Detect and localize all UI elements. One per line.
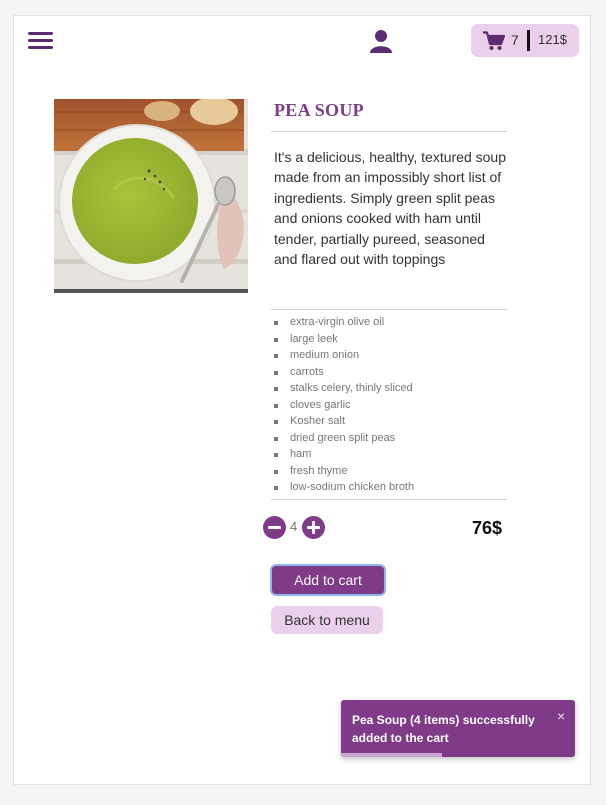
- ingredient-item: medium onion: [272, 347, 414, 364]
- cart-total: 121$: [538, 32, 567, 47]
- product-image: [54, 99, 248, 293]
- ingredient-item: carrots: [272, 364, 414, 381]
- hamburger-menu-icon[interactable]: [28, 30, 54, 52]
- ingredient-item: large leek: [272, 331, 414, 348]
- toast-progress-bar: [341, 753, 442, 757]
- ingredient-list: extra-virgin olive oil large leek medium o…: [272, 314, 414, 496]
- close-icon[interactable]: ×: [557, 708, 565, 724]
- ingredient-item: low-sodium chicken broth: [272, 479, 414, 496]
- product-price: 76$: [472, 518, 503, 538]
- ingredient-item: Kosher salt: [272, 413, 414, 430]
- user-icon[interactable]: [369, 29, 393, 55]
- cart-item-count: 7: [511, 32, 519, 48]
- ingredient-item: fresh thyme: [272, 463, 414, 480]
- ingredient-item: extra-virgin olive oil: [272, 314, 414, 331]
- ingredient-item: dried green split peas: [272, 430, 414, 447]
- product-description: It's a delicious, healthy, textured soup…: [274, 149, 506, 268]
- ingredient-item: cloves garlic: [272, 397, 414, 414]
- add-to-cart-button[interactable]: Add to cart: [270, 564, 386, 596]
- ingredients-divider: [271, 499, 507, 500]
- toast-notification: Pea Soup (4 items) successfully added to…: [341, 700, 575, 757]
- cart-divider: [527, 30, 530, 51]
- ingredient-item: ham: [272, 446, 414, 463]
- app-frame: 7 121$ PEA SOUP It's a delicious, health…: [13, 15, 591, 785]
- decrease-quantity-button[interactable]: [263, 516, 286, 539]
- ingredient-item: stalks celery, thinly sliced: [272, 380, 414, 397]
- toast-progress-track: [341, 753, 575, 757]
- description-divider: [271, 309, 507, 310]
- cart-summary-button[interactable]: 7 121$: [471, 24, 579, 57]
- shopping-cart-icon: [483, 31, 505, 50]
- back-to-menu-button[interactable]: Back to menu: [271, 606, 383, 634]
- toast-message: Pea Soup (4 items) successfully added to…: [352, 713, 535, 745]
- quantity-value: 4: [290, 519, 298, 534]
- increase-quantity-button[interactable]: [302, 516, 325, 539]
- title-divider: [271, 131, 507, 132]
- product-title: PEA SOUP: [274, 100, 364, 120]
